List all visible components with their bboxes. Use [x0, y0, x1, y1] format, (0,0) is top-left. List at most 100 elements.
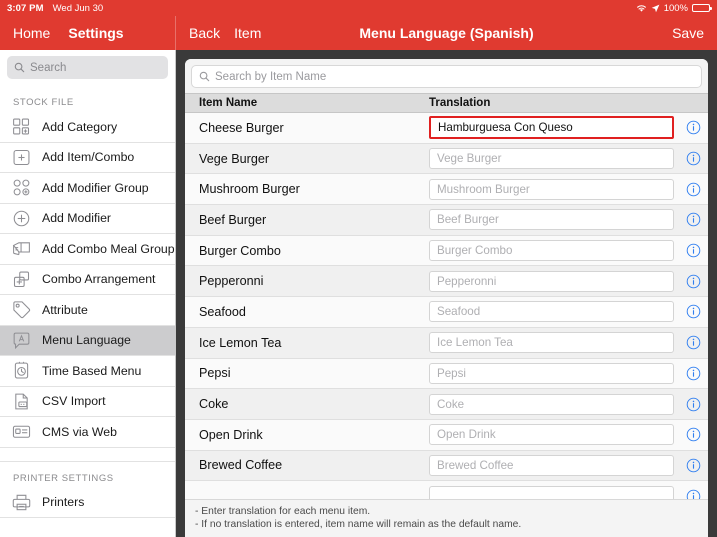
- row-info-button[interactable]: [678, 458, 708, 473]
- translation-input[interactable]: Mushroom Burger: [429, 178, 674, 200]
- printer-icon: [12, 494, 31, 510]
- row-info-button[interactable]: [678, 489, 708, 499]
- row-item-name: Brewed Coffee: [199, 458, 283, 473]
- row-info-button[interactable]: [678, 427, 708, 442]
- translation-input[interactable]: Pepsi: [429, 362, 674, 384]
- row-info-button[interactable]: [678, 335, 708, 350]
- row-translation-cell: Burger Combo: [429, 240, 678, 262]
- info-circle-icon[interactable]: [686, 397, 701, 412]
- home-button[interactable]: Home: [13, 25, 50, 41]
- translation-table[interactable]: Cheese Burger Hamburguesa Con Queso Vege B…: [185, 113, 708, 499]
- info-circle-icon[interactable]: [686, 182, 701, 197]
- column-header-item-name: Item Name: [199, 97, 258, 109]
- table-row[interactable]: Mushroom Burger Mushroom Burger: [185, 174, 708, 206]
- translation-input[interactable]: Hamburguesa Con Queso: [429, 116, 674, 140]
- csv-file-icon: [15, 393, 28, 410]
- search-icon: [14, 62, 25, 73]
- sidebar-item-attribute[interactable]: Attribute: [0, 295, 175, 326]
- footnote-block: - Enter translation for each menu item. -…: [185, 499, 708, 537]
- footnote-line: - If no translation is entered, item nam…: [195, 519, 522, 530]
- row-info-button[interactable]: [678, 304, 708, 319]
- row-item-name: Pepsi: [199, 366, 231, 381]
- table-row[interactable]: Seafood Seafood: [185, 297, 708, 328]
- row-info-button[interactable]: [678, 397, 708, 412]
- info-circle-icon[interactable]: [686, 304, 701, 319]
- sidebar-item-add-item-combo[interactable]: Add Item/Combo: [0, 142, 175, 173]
- info-circle-icon[interactable]: [686, 212, 701, 227]
- info-circle-icon[interactable]: [686, 151, 701, 166]
- item-button[interactable]: Item: [234, 25, 261, 41]
- table-row[interactable]: Vege Burger Vege Burger: [185, 143, 708, 175]
- info-circle-icon[interactable]: [686, 366, 701, 381]
- translation-input[interactable]: Beef Burger: [429, 209, 674, 231]
- row-info-button[interactable]: [678, 182, 708, 197]
- translation-input[interactable]: Brewed Coffee: [429, 454, 674, 476]
- translation-input[interactable]: Pepperonni: [429, 270, 674, 292]
- sidebar-item-time-based-menu[interactable]: Time Based Menu: [0, 356, 175, 387]
- translation-input[interactable]: [429, 485, 674, 499]
- sidebar-section-gap: [0, 447, 175, 462]
- table-row[interactable]: Pepsi Pepsi: [185, 358, 708, 390]
- table-row[interactable]: Open Drink Open Drink: [185, 419, 708, 451]
- row-info-button[interactable]: [678, 274, 708, 289]
- info-circle-icon[interactable]: [686, 489, 701, 499]
- table-row[interactable]: Brewed Coffee Brewed Coffee: [185, 450, 708, 482]
- table-row[interactable]: Burger Combo Burger Combo: [185, 235, 708, 267]
- sidebar-item-csv-import[interactable]: CSV Import: [0, 386, 175, 417]
- info-circle-icon[interactable]: [686, 120, 701, 135]
- square-plus-icon: [13, 149, 30, 165]
- sidebar-item-label: Combo Arrangement: [42, 272, 156, 287]
- table-row[interactable]: Ice Lemon Tea Ice Lemon Tea: [185, 327, 708, 359]
- table-row[interactable]: [185, 481, 708, 499]
- row-translation-cell: Hamburguesa Con Queso: [429, 116, 678, 140]
- back-button[interactable]: Back: [189, 25, 220, 41]
- sidebar-item-add-combo-meal-group[interactable]: Add Combo Meal Group: [0, 234, 175, 265]
- sidebar-item-cms-via-web[interactable]: CMS via Web: [0, 417, 175, 448]
- item-search-input[interactable]: Search by Item Name: [191, 65, 702, 88]
- table-row[interactable]: Cheese Burger Hamburguesa Con Queso: [185, 113, 708, 144]
- translation-input[interactable]: Open Drink: [429, 424, 674, 446]
- translation-input[interactable]: Seafood: [429, 301, 674, 323]
- sidebar-item-label: Menu Language: [42, 333, 131, 348]
- translation-input[interactable]: Ice Lemon Tea: [429, 332, 674, 354]
- sidebar-item-label: Add Category: [42, 119, 118, 134]
- info-circle-icon[interactable]: [686, 427, 701, 442]
- navbar-left-section: Home Settings: [0, 16, 176, 50]
- table-row[interactable]: Beef Burger Beef Burger: [185, 205, 708, 236]
- table-row[interactable]: Coke Coke: [185, 389, 708, 420]
- row-info-button[interactable]: [678, 212, 708, 227]
- info-circle-icon[interactable]: [686, 243, 701, 258]
- id-card-icon: [12, 425, 31, 439]
- sidebar-item-add-category[interactable]: Add Category: [0, 112, 175, 143]
- sidebar-item-combo-arrangement[interactable]: Combo Arrangement: [0, 264, 175, 295]
- sidebar-item-label: Add Modifier: [42, 211, 112, 226]
- sidebar-item-list[interactable]: STOCK FILE Add Category Add Item/Combo Add …: [0, 86, 175, 537]
- row-info-button[interactable]: [678, 243, 708, 258]
- row-translation-cell: Pepsi: [429, 362, 678, 384]
- row-translation-cell: Seafood: [429, 301, 678, 323]
- translation-input[interactable]: Vege Burger: [429, 148, 674, 170]
- column-header-translation: Translation: [429, 97, 491, 109]
- sidebar-item-menu-language[interactable]: Menu Language: [0, 325, 175, 356]
- battery-full-icon: [692, 3, 712, 13]
- sidebar-item-label: CSV Import: [42, 394, 106, 409]
- row-item-name: Open Drink: [199, 427, 263, 442]
- menu-language-panel: Search by Item Name Item Name Translatio…: [185, 59, 708, 537]
- sidebar-item-printers[interactable]: Printers: [0, 487, 175, 518]
- status-date: Wed Jun 30: [52, 2, 104, 14]
- search-icon: [199, 71, 210, 82]
- sidebar-item-add-modifier[interactable]: Add Modifier: [0, 203, 175, 234]
- info-circle-icon[interactable]: [686, 274, 701, 289]
- sidebar-item-add-modifier-group[interactable]: Add Modifier Group: [0, 173, 175, 204]
- info-circle-icon[interactable]: [686, 458, 701, 473]
- row-info-button[interactable]: [678, 366, 708, 381]
- save-button[interactable]: Save: [672, 25, 704, 41]
- row-info-button[interactable]: [678, 120, 708, 135]
- info-circle-icon[interactable]: [686, 335, 701, 350]
- translation-input[interactable]: Burger Combo: [429, 240, 674, 262]
- translation-input[interactable]: Coke: [429, 393, 674, 415]
- row-info-button[interactable]: [678, 151, 708, 166]
- table-row[interactable]: Pepperonni Pepperonni: [185, 266, 708, 298]
- sidebar-search-input[interactable]: Search: [7, 56, 168, 79]
- row-item-name: Pepperonni: [199, 274, 264, 289]
